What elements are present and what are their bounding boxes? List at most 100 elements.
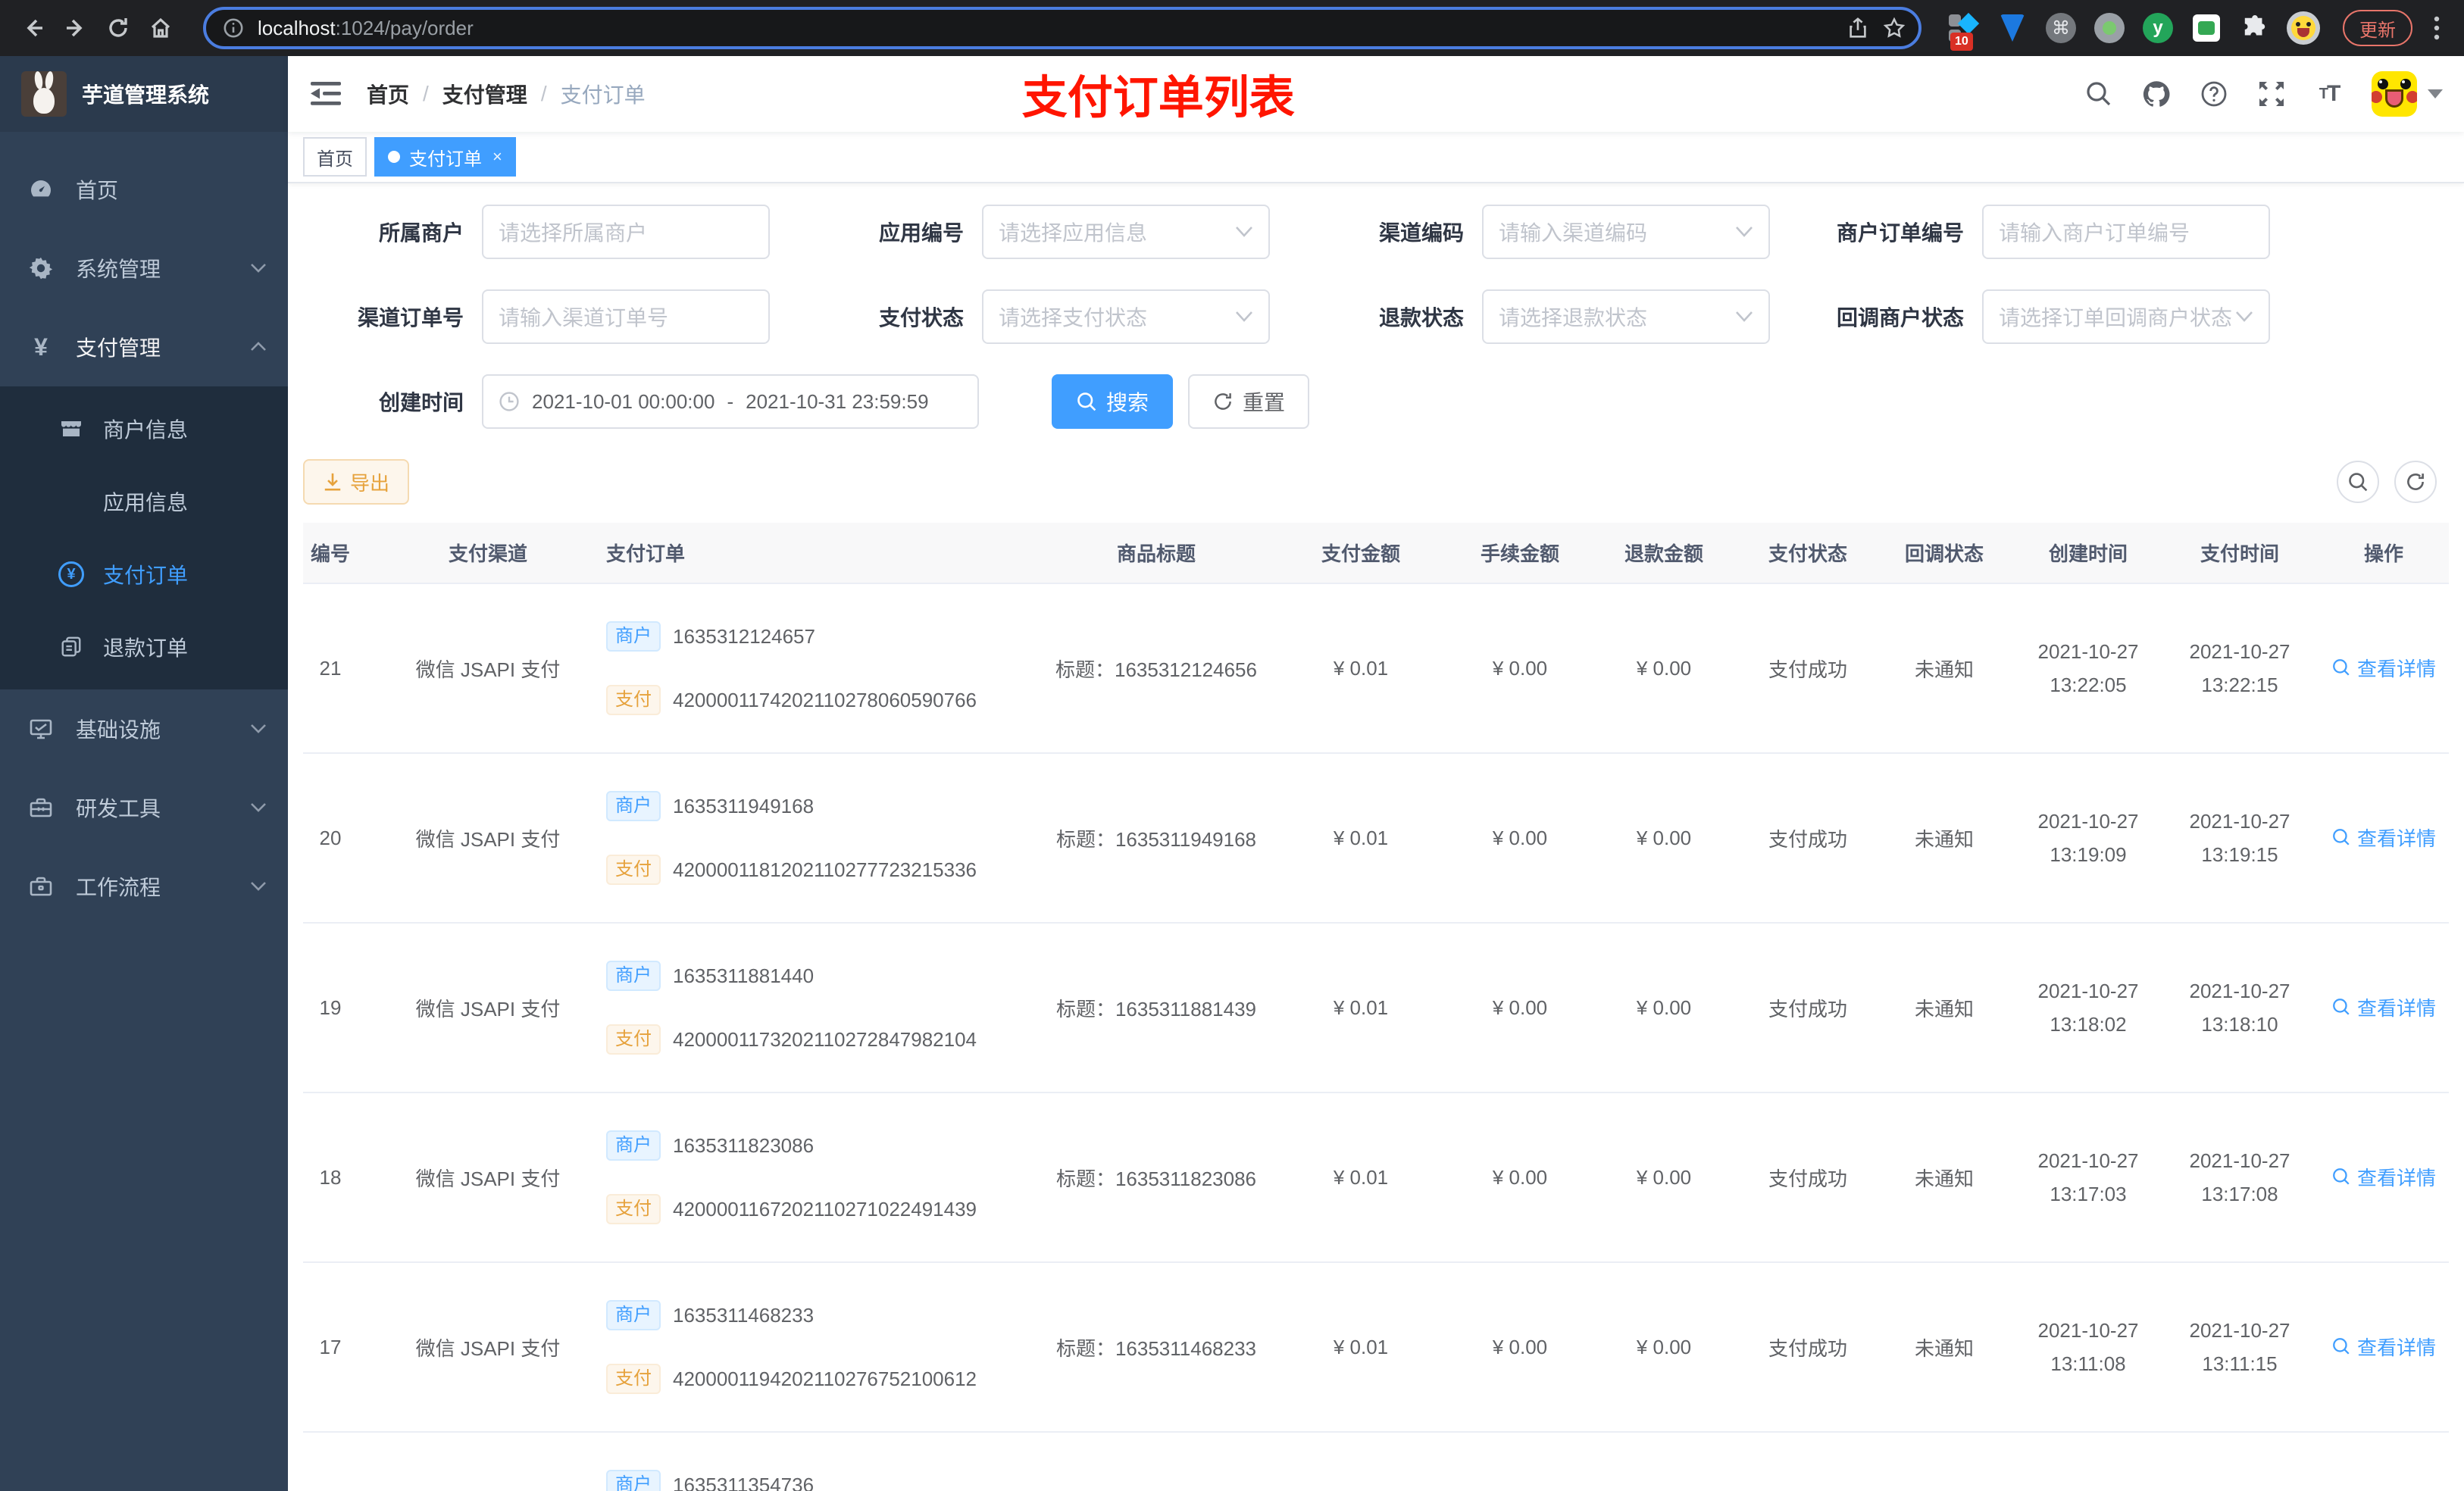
font-size-icon[interactable]: TT (2314, 79, 2344, 109)
filter-placeholder: 请选择退款状态 (1499, 306, 1648, 330)
cell-actions: 查看详情 (2315, 1092, 2449, 1263)
cell-pay-time: 2021-10-27 13:17:08 (2164, 1092, 2315, 1263)
view-detail-link[interactable]: 查看详情 (2331, 824, 2436, 852)
browser-update-button[interactable]: 更新 (2343, 10, 2412, 46)
tag-home[interactable]: 首页 (303, 137, 367, 177)
sidebar-item-label: 支付订单 (103, 564, 189, 587)
date-start: 2021-10-01 00:00:00 (532, 389, 715, 413)
filter-field[interactable]: 请选择支付状态 (982, 289, 1270, 344)
breadcrumb: 首页 / 支付管理 / 支付订单 (367, 79, 646, 109)
pay-order-no: 4200001181202110277723215336 (673, 858, 977, 881)
filter-label: 退款状态 (1378, 306, 1464, 330)
reset-button[interactable]: 重置 (1188, 374, 1310, 429)
github-icon[interactable] (2141, 79, 2172, 109)
filter-label: 渠道编码 (1378, 221, 1464, 245)
breadcrumb-home[interactable]: 首页 (367, 79, 409, 109)
tags-view: 首页 支付订单 × (288, 132, 2464, 183)
pay-tag: 支付 (606, 1194, 661, 1224)
sidebar-item-system[interactable]: 系统管理 (0, 229, 288, 308)
cell-refund: ¥ 0.00 (1588, 1092, 1740, 1263)
filter-placeholder: 请选择应用信息 (999, 221, 1148, 245)
help-icon[interactable] (2199, 79, 2229, 109)
filter-field[interactable]: 请选择订单回调商户状态 (1982, 289, 2270, 344)
sidebar-item-workflow[interactable]: 工作流程 (0, 847, 288, 926)
breadcrumb-pay[interactable]: 支付管理 (442, 79, 527, 109)
table-search-toggle-icon[interactable] (2337, 461, 2379, 503)
sidebar-item-home[interactable]: 首页 (0, 150, 288, 229)
forward-icon[interactable] (58, 10, 94, 46)
user-menu[interactable] (2372, 71, 2443, 117)
cell-create-time: 2021-10-27 13:22:05 (2012, 583, 2164, 754)
extension-command-icon[interactable]: ⌘ (2044, 11, 2078, 45)
filter-item: 退款状态 请选择退款状态 (1303, 289, 1770, 344)
extension-workona-icon[interactable]: 10 (1947, 11, 1981, 51)
table-tools (2337, 461, 2449, 503)
cell-id (303, 1432, 394, 1491)
view-detail-link[interactable]: 查看详情 (2331, 993, 2436, 1021)
filter-field[interactable]: 请输入渠道编码 (1482, 205, 1770, 259)
search-button[interactable]: 搜索 (1052, 374, 1174, 429)
extension-badge: 10 (1950, 33, 1973, 51)
cell-notify-status: 未通知 (1876, 753, 2012, 924)
bookmark-star-icon[interactable] (1876, 10, 1912, 46)
sidebar-collapse-icon[interactable] (309, 77, 342, 111)
filter-field[interactable]: 请选择应用信息 (982, 205, 1270, 259)
app-logo-row[interactable]: 芋道管理系统 (0, 56, 288, 132)
home-icon[interactable] (142, 10, 179, 46)
sidebar-item-devtools[interactable]: 研发工具 (0, 768, 288, 847)
extension-chat-icon[interactable] (2190, 11, 2223, 45)
tag-close-icon[interactable]: × (492, 148, 502, 165)
sidebar-item-pay[interactable]: ¥ 支付管理 (0, 308, 288, 386)
filter-field[interactable]: 请选择所属商户 (482, 205, 770, 259)
cell-pay-status (1740, 1432, 1876, 1491)
cell-amount: ¥ 0.01 (1270, 1092, 1452, 1263)
profile-avatar-icon[interactable] (2287, 11, 2320, 45)
export-button[interactable]: 导出 (303, 459, 410, 505)
sidebar-item-label: 研发工具 (76, 797, 161, 821)
site-info-icon[interactable] (218, 13, 249, 43)
col-actions: 操作 (2315, 523, 2449, 584)
merchant-tag: 商户 (606, 621, 661, 652)
back-icon[interactable] (15, 10, 52, 46)
date-range-input[interactable]: 2021-10-01 00:00:00 - 2021-10-31 23:59:5… (482, 374, 979, 429)
cell-refund: ¥ 0.00 (1588, 753, 1740, 924)
address-bar[interactable]: localhost:1024/pay/order (203, 7, 1921, 49)
merchant-order-no: 1635312124657 (673, 624, 815, 648)
cell-create-time (2012, 1432, 2164, 1491)
sidebar-item-merchant-info[interactable]: 商户信息 (0, 392, 288, 465)
view-detail-link[interactable]: 查看详情 (2331, 1163, 2436, 1191)
extension-sketch-icon[interactable] (1996, 11, 2029, 45)
extension-y-icon[interactable]: y (2141, 11, 2175, 45)
cell-notify-status (1876, 1432, 2012, 1491)
filter-field[interactable]: 请输入商户订单编号 (1982, 205, 2270, 259)
sidebar-item-infra[interactable]: 基础设施 (0, 689, 288, 768)
search-icon[interactable] (2084, 79, 2114, 109)
filter-label: 支付状态 (878, 306, 964, 330)
chevron-down-icon (250, 881, 267, 892)
breadcrumb-separator: / (540, 82, 547, 105)
reload-icon[interactable] (100, 10, 136, 46)
merchant-tag: 商户 (606, 791, 661, 821)
sidebar-item-refund-order[interactable]: 退款订单 (0, 611, 288, 683)
cell-channel: 微信 JSAPI 支付 (394, 1262, 582, 1433)
filter-field[interactable]: 请选择退款状态 (1482, 289, 1770, 344)
extensions-puzzle-icon[interactable] (2238, 11, 2272, 45)
sidebar: 芋道管理系统 首页 系统管理 ¥ 支付管理 商户信息 应用信息 ¥ 支付订单 退… (0, 56, 288, 1491)
cell-refund: ¥ 0.00 (1588, 583, 1740, 754)
table-refresh-icon[interactable] (2394, 461, 2437, 503)
breadcrumb-separator: / (423, 82, 429, 105)
sidebar-item-app-info[interactable]: 应用信息 (0, 465, 288, 538)
table-toolbar: 导出 (303, 459, 2449, 505)
sidebar-item-pay-order[interactable]: ¥ 支付订单 (0, 538, 288, 611)
cell-title (1043, 1432, 1270, 1491)
extension-recorder-icon[interactable] (2093, 11, 2126, 45)
user-avatar (2372, 71, 2417, 117)
browser-menu-icon[interactable] (2425, 16, 2449, 40)
tag-pay-order[interactable]: 支付订单 × (374, 137, 516, 177)
share-icon[interactable] (1840, 10, 1876, 46)
view-detail-link[interactable]: 查看详情 (2331, 654, 2436, 682)
filter-field[interactable]: 请输入渠道订单号 (482, 289, 770, 344)
fullscreen-icon[interactable] (2256, 79, 2287, 109)
cell-pay-status: 支付成功 (1740, 753, 1876, 924)
view-detail-link[interactable]: 查看详情 (2331, 1333, 2436, 1361)
